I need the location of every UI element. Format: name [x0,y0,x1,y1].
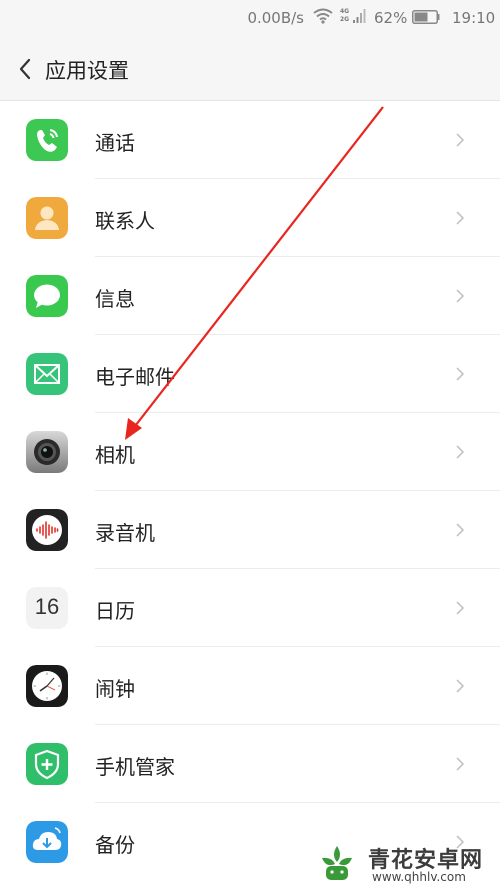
app-settings-list: 通话 联系人 信息 电子邮件 相机 录音机 16 日历 闹钟 手机管家 备份 [0,101,500,881]
watermark-logo-icon [314,840,360,886]
network-type-bottom: 2G [340,16,350,23]
list-item-phone-manager[interactable]: 手机管家 [0,725,500,803]
chevron-right-icon [456,445,465,459]
list-item-email[interactable]: 电子邮件 [0,335,500,413]
network-type-top: 4G [340,8,350,15]
list-item-label: 联系人 [95,209,155,233]
mail-icon [26,353,68,395]
watermark: 青花安卓网 www.qhhlv.com [312,838,500,889]
chevron-right-icon [456,601,465,615]
chevron-right-icon [456,679,465,693]
list-item-messages[interactable]: 信息 [0,257,500,335]
list-item-alarm[interactable]: 闹钟 [0,647,500,725]
calendar-icon: 16 [26,587,68,629]
cloud-backup-icon [26,821,68,863]
calendar-day: 16 [34,594,60,619]
list-item-camera[interactable]: 相机 [0,413,500,491]
battery-icon [412,10,440,24]
chevron-right-icon [456,367,465,381]
battery-percent: 62% [374,9,408,27]
shield-icon [26,743,68,785]
list-item-phone[interactable]: 通话 [0,101,500,179]
list-item-label: 通话 [95,131,135,155]
list-item-calendar[interactable]: 16 日历 [0,569,500,647]
chevron-left-icon[interactable] [18,58,32,80]
camera-icon [26,431,68,473]
watermark-url: www.qhhlv.com [372,870,466,884]
list-item-label: 电子邮件 [95,365,175,389]
list-item-label: 闹钟 [95,677,135,701]
contacts-icon [26,197,68,239]
list-item-contacts[interactable]: 联系人 [0,179,500,257]
list-item-label: 手机管家 [95,755,175,779]
chevron-right-icon [456,133,465,147]
chevron-right-icon [456,523,465,537]
phone-icon [26,119,68,161]
cellular-signal-icon: 4G 2G [340,8,366,24]
net-speed: 0.00B/s [247,9,304,27]
list-item-label: 信息 [95,287,135,311]
clock-icon [26,665,68,707]
chevron-right-icon [456,289,465,303]
status-bar: 0.00B/s 4G 2G 62% 19:10 [0,0,500,36]
page-title: 应用设置 [45,59,129,83]
chevron-right-icon [456,757,465,771]
header: 应用设置 [0,36,500,101]
list-item-recorder[interactable]: 录音机 [0,491,500,569]
list-item-label: 录音机 [95,521,155,545]
list-item-label: 日历 [95,599,135,623]
chevron-right-icon [456,211,465,225]
wifi-icon [313,8,333,24]
message-icon [26,275,68,317]
list-item-label: 备份 [95,833,135,857]
clock-time: 19:10 [452,9,496,27]
list-item-label: 相机 [95,443,135,467]
recorder-icon [26,509,68,551]
